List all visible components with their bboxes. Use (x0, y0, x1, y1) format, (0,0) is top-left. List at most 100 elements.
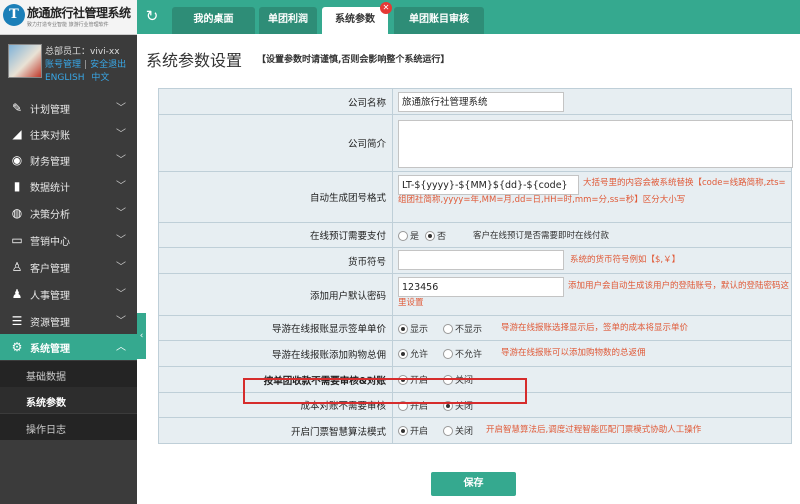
lang-english-link[interactable]: ENGLISH (45, 73, 85, 83)
smart-ticket-hint: 开启智慧算法后,调度过程智能匹配门票模式协助人工操作 (486, 425, 702, 435)
tab-group-profit[interactable]: 单团利润 (259, 7, 317, 34)
field-cell: 系统的货币符号例如【$,￥】 (392, 247, 792, 274)
guide-shopping-deny-radio[interactable] (443, 349, 453, 359)
field-cell: LT-${yyyy}-${MM}${dd}-${code} 大括号里的内容会被系… (392, 171, 792, 223)
logo-bar: T 旅通旅行社管理系统 致力打造专业智能 旅游行业管理软件 (0, 0, 137, 35)
avatar (8, 44, 42, 78)
coins-icon: ◉ (11, 153, 23, 167)
form-row: 导游在线报账添加购物总佣 允许 不允许 导游在线报账可以添加购物数的总返佣 (158, 340, 792, 367)
company-intro-textarea[interactable] (398, 120, 793, 168)
sub-item-operation-log[interactable]: 操作日志 (0, 414, 137, 440)
smart-ticket-on-radio[interactable] (398, 426, 408, 436)
online-pay-yes-radio[interactable] (398, 231, 408, 241)
refresh-icon[interactable]: ↻ (142, 5, 162, 27)
user-plus-icon: ♙ (11, 260, 23, 274)
sub-item-basic-data[interactable]: 基础数据 (0, 361, 137, 387)
nav-item-reconcile[interactable]: ◢ 往来对账 ﹀ (0, 121, 137, 147)
chevron-down-icon: ﹀ (116, 289, 126, 300)
company-name-input[interactable]: 旅通旅行社管理系统 (398, 92, 564, 112)
tab-group-account-review[interactable]: 单团账目审核 (394, 7, 484, 34)
guide-price-hide-radio[interactable] (443, 324, 453, 334)
nav-item-resource[interactable]: ☰ 资源管理 ﹀ (0, 308, 137, 334)
online-pay-no-label: 否 (437, 232, 447, 242)
guide-price-show-label: 显示 (410, 325, 429, 335)
page-title: 系统参数设置 (146, 51, 243, 70)
chevron-down-icon: ﹀ (116, 103, 126, 114)
currency-hint: 系统的货币符号例如【$,￥】 (570, 255, 681, 265)
guide-shopping-hint: 导游在线报账可以添加购物数的总返佣 (501, 348, 646, 358)
bar-chart-icon: ▮ (13, 179, 21, 193)
form-row: 自动生成团号格式 LT-${yyyy}-${MM}${dd}-${code} 大… (158, 171, 792, 223)
save-button[interactable]: 保存 (431, 472, 516, 496)
online-pay-no-radio[interactable] (425, 231, 435, 241)
field-cell: 允许 不允许 导游在线报账可以添加购物数的总返佣 (392, 340, 792, 367)
nav-label: 营销中心 (30, 237, 70, 248)
sub-item-label: 操作日志 (26, 425, 66, 436)
group-no-format-hint: 大括号里的内容会被系统替换【code=线路简称,zts=组团社简称,yyyy=年… (398, 178, 786, 205)
smart-ticket-off-label: 关闭 (455, 427, 474, 437)
nav-label: 计划管理 (30, 105, 70, 116)
account-link[interactable]: 账号管理 (45, 60, 81, 70)
user-links: 账号管理 | 安全退出 (45, 57, 126, 70)
nav-item-hr[interactable]: ♟ 人事管理 ﹀ (0, 281, 137, 307)
nav-label: 资源管理 (30, 318, 70, 329)
list-icon: ☰ (11, 314, 23, 328)
tab-my-desktop[interactable]: 我的桌面 (172, 7, 255, 34)
bag-icon: ◢ (12, 127, 22, 141)
smart-ticket-off-radio[interactable] (443, 426, 453, 436)
language-links: ENGLISH 中文 (45, 70, 109, 83)
online-pay-hint: 客户在线预订是否需要即时在线付款 (473, 231, 610, 241)
nav-item-marketing[interactable]: ▭ 营销中心 ﹀ (0, 227, 137, 253)
nav-item-system[interactable]: ⚙ 系统管理 ︿ (0, 334, 137, 360)
form-row: 公司简介 (158, 114, 793, 172)
nav-label: 决策分析 (30, 210, 70, 221)
sub-item-label: 基础数据 (26, 372, 66, 383)
page-note: 【设置参数时请谨慎,否则会影响整个系统运行】 (257, 55, 450, 65)
form-row: 在线预订需要支付 是 否 客户在线预订是否需要即时在线付款 (158, 222, 792, 248)
guide-shopping-deny-label: 不允许 (455, 350, 483, 360)
field-label: 导游在线报账显示签单单价 (158, 315, 393, 341)
guide-price-hide-label: 不显示 (455, 325, 483, 335)
lang-chinese-link[interactable]: 中文 (91, 73, 109, 83)
chevron-down-icon: ﹀ (116, 208, 126, 219)
nav-label: 财务管理 (30, 157, 70, 168)
logo-mark: T (3, 4, 25, 26)
nav-item-plan[interactable]: ✎ 计划管理 ﹀ (0, 95, 137, 121)
sidebar-collapse-handle[interactable]: ‹ (137, 313, 146, 359)
currency-input[interactable] (398, 250, 564, 270)
highlight-annotation (243, 378, 527, 404)
chevron-down-icon: ﹀ (116, 155, 126, 166)
nav-item-customer[interactable]: ♙ 客户管理 ﹀ (0, 254, 137, 280)
nav-item-finance[interactable]: ◉ 财务管理 ﹀ (0, 147, 137, 173)
guide-shopping-allow-radio[interactable] (398, 349, 408, 359)
nav-label: 往来对账 (30, 131, 70, 142)
logout-link[interactable]: 安全退出 (90, 60, 126, 70)
field-label: 添加用户默认密码 (158, 273, 393, 316)
field-label: 货币符号 (158, 247, 393, 274)
default-password-hint: 添加用户会自动生成该用户的登陆账号，默认的登陆密码这里设置 (398, 281, 790, 308)
field-label: 自动生成团号格式 (158, 171, 393, 223)
nav-label: 客户管理 (30, 264, 70, 275)
sidebar: T 旅通旅行社管理系统 致力打造专业智能 旅游行业管理软件 总部员工：vivi-… (0, 0, 137, 504)
chevron-down-icon: ﹀ (116, 181, 126, 192)
nav-item-decision[interactable]: ◍ 决策分析 ﹀ (0, 200, 137, 226)
sub-item-label: 系统参数 (26, 398, 66, 409)
field-label: 开启门票智慧算法模式 (158, 417, 393, 444)
field-cell: 是 否 客户在线预订是否需要即时在线付款 (392, 222, 792, 248)
chevron-down-icon: ﹀ (116, 235, 126, 246)
form-row: 货币符号 系统的货币符号例如【$,￥】 (158, 247, 792, 274)
guide-price-hint: 导游在线报账选择显示后，签单的成本将显示单价 (501, 323, 689, 333)
sub-item-system-params[interactable]: 系统参数 (0, 387, 137, 413)
gear-icon: ⚙ (11, 340, 23, 354)
smart-ticket-on-label: 开启 (410, 427, 429, 437)
field-label: 公司简介 (158, 114, 393, 172)
nav-item-stats[interactable]: ▮ 数据统计 ﹀ (0, 173, 137, 199)
guide-price-show-radio[interactable] (398, 324, 408, 334)
field-cell: 开启 关闭 开启智慧算法后,调度过程智能匹配门票模式协助人工操作 (392, 417, 792, 444)
field-label: 导游在线报账添加购物总佣 (158, 340, 393, 367)
form-row: 导游在线报账显示签单单价 显示 不显示 导游在线报账选择显示后，签单的成本将显示… (158, 315, 792, 341)
tab-system-params[interactable]: 系统参数 (322, 7, 388, 34)
user-icon: ♟ (11, 287, 23, 301)
logo-title: 旅通旅行社管理系统 (27, 6, 131, 20)
close-icon[interactable]: ✕ (380, 2, 392, 14)
